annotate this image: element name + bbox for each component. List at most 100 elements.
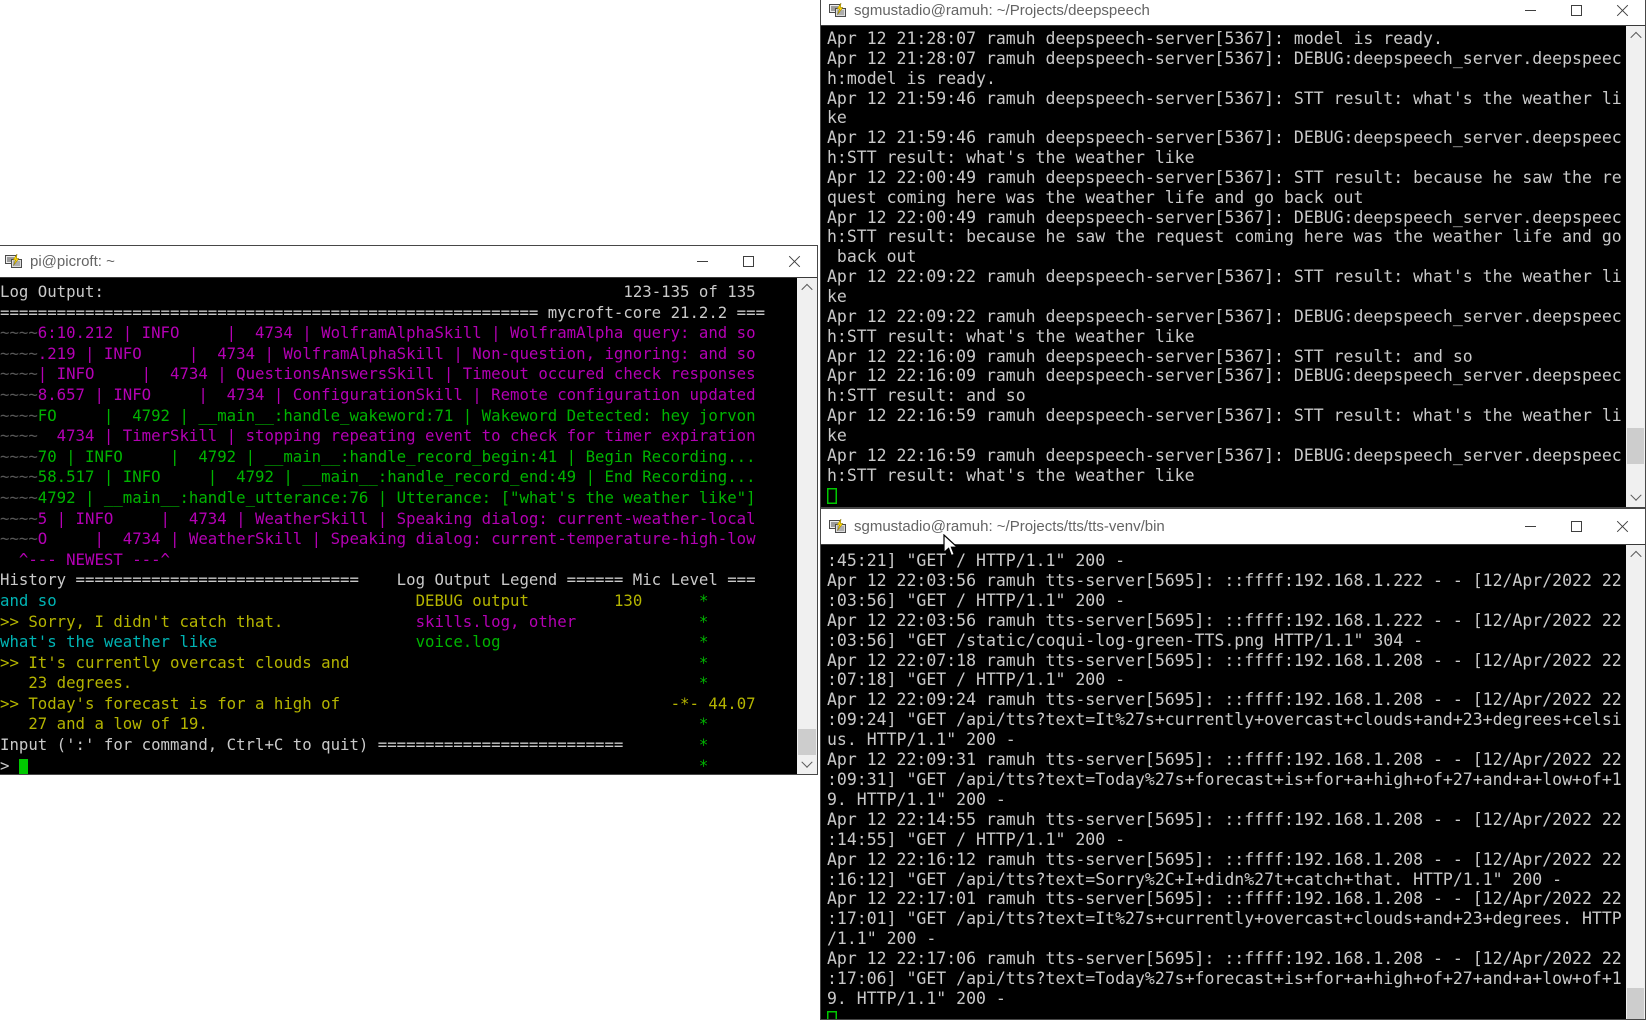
terminal-line: 9. HTTP/1.1" 200 - bbox=[827, 790, 1626, 810]
text-segment: :09:24] "GET /api/tts?text=It%27s+curren… bbox=[827, 710, 1622, 729]
terminal-line: /1.1" 200 - bbox=[827, 929, 1626, 949]
text-segment bbox=[529, 591, 614, 610]
text-segment: back out bbox=[827, 247, 916, 266]
text-segment: Apr 12 22:03:56 ramuh tts-server[5695]: … bbox=[827, 611, 1622, 630]
terminal-line: History ============================== L… bbox=[0, 570, 797, 591]
text-segment: ~~~~ bbox=[0, 406, 38, 425]
text-segment: ~~~~ bbox=[0, 447, 38, 466]
text-segment: Apr 12 21:59:46 ramuh deepspeech-server[… bbox=[827, 128, 1622, 147]
text-segment: 23 degrees. bbox=[0, 673, 132, 692]
terminal-line: ~~~~O | 4734 | WeatherSkill | Speaking d… bbox=[0, 529, 797, 550]
scrollbar-thumb[interactable] bbox=[1627, 428, 1644, 464]
titlebar-picroft[interactable]: pi@picroft: ~ bbox=[0, 246, 817, 278]
terminal-line: us. HTTP/1.1" 200 - bbox=[827, 730, 1626, 750]
text-segment: Apr 12 21:59:46 ramuh deepspeech-server[… bbox=[827, 89, 1622, 108]
text-segment: O | 4734 | WeatherSkill | Speaking dialo… bbox=[38, 529, 756, 548]
text-segment: Apr 12 22:16:59 ramuh deepspeech-server[… bbox=[827, 446, 1622, 465]
terminal-line: ~~~~70 | INFO | 4792 | __main__:handle_r… bbox=[0, 447, 797, 468]
text-segment bbox=[642, 591, 699, 610]
terminal-line: Apr 12 21:59:46 ramuh deepspeech-server[… bbox=[827, 128, 1626, 148]
text-segment: skills.log, other bbox=[416, 612, 577, 631]
terminal-line: Log Output: 123-135 of 135 bbox=[0, 282, 797, 303]
maximize-button[interactable] bbox=[1553, 0, 1599, 25]
scrollbar[interactable] bbox=[1626, 26, 1645, 507]
close-icon bbox=[788, 255, 801, 268]
terminal-line: Apr 12 22:16:09 ramuh deepspeech-server[… bbox=[827, 347, 1626, 367]
terminal-line: >> It's currently overcast clouds and * bbox=[0, 653, 797, 674]
scrollbar[interactable] bbox=[797, 278, 817, 774]
close-button[interactable] bbox=[1599, 0, 1645, 25]
terminal-line: ~~~~5 | INFO | 4734 | WeatherSkill | Spe… bbox=[0, 509, 797, 530]
chevron-down-icon bbox=[801, 756, 812, 767]
text-segment: Apr 12 22:17:01 ramuh tts-server[5695]: … bbox=[827, 889, 1622, 908]
text-segment: voice.log bbox=[416, 632, 501, 651]
text-segment: >> Sorry, I didn't catch that. bbox=[0, 612, 283, 631]
text-segment: 27 and a low of 19. bbox=[0, 714, 208, 733]
terminal-text: Apr 12 21:28:07 ramuh deepspeech-server[… bbox=[821, 26, 1626, 507]
terminal-line: Apr 12 22:03:56 ramuh tts-server[5695]: … bbox=[827, 571, 1626, 591]
terminal-cursor bbox=[19, 759, 28, 774]
text-segment: > bbox=[0, 756, 19, 774]
terminal-line: h:STT result: and so bbox=[827, 386, 1626, 406]
text-segment bbox=[132, 673, 699, 692]
terminal-line: :07:18] "GET / HTTP/1.1" 200 - bbox=[827, 670, 1626, 690]
scrollbar[interactable] bbox=[1626, 545, 1645, 1019]
text-segment: ke bbox=[827, 426, 847, 445]
text-segment bbox=[57, 591, 416, 610]
terminal-line: Apr 12 22:16:12 ramuh tts-server[5695]: … bbox=[827, 850, 1626, 870]
text-segment bbox=[576, 612, 699, 631]
terminal-line: :03:56] "GET / HTTP/1.1" 200 - bbox=[827, 591, 1626, 611]
terminal-line: Apr 12 22:16:59 ramuh deepspeech-server[… bbox=[827, 446, 1626, 466]
text-segment: :03:56] "GET /static/coqui-log-green-TTS… bbox=[827, 631, 1423, 650]
minimize-icon bbox=[1525, 10, 1536, 11]
text-segment: 58.517 | INFO | 4792 | __main__:handle_r… bbox=[38, 467, 756, 486]
terminal-line: Apr 12 22:17:06 ramuh tts-server[5695]: … bbox=[827, 949, 1626, 969]
text-segment: Apr 12 22:16:09 ramuh deepspeech-server[… bbox=[827, 347, 1473, 366]
text-segment: Apr 12 22:09:31 ramuh tts-server[5695]: … bbox=[827, 750, 1622, 769]
scrollbar-thumb[interactable] bbox=[798, 729, 816, 755]
scroll-up-button[interactable] bbox=[1626, 26, 1645, 45]
scroll-up-button[interactable] bbox=[797, 278, 817, 297]
text-segment: :17:06] "GET /api/tts?text=Today%27s+for… bbox=[827, 969, 1622, 988]
text-segment: h:STT result: what's the weather like bbox=[827, 327, 1195, 346]
terminal-line: 27 and a low of 19. * bbox=[0, 714, 797, 735]
maximize-button[interactable] bbox=[1553, 509, 1599, 544]
terminal-cursor bbox=[827, 488, 837, 505]
titlebar-deepspeech[interactable]: sgmustadio@ramuh: ~/Projects/deepspeech bbox=[821, 0, 1645, 26]
text-segment: .219 | INFO | 4734 | WolframAlphaSkill |… bbox=[38, 344, 756, 363]
scroll-down-button[interactable] bbox=[797, 755, 817, 774]
minimize-button[interactable] bbox=[679, 246, 725, 277]
text-segment: History ============================== L… bbox=[0, 570, 756, 589]
text-segment: 70 | INFO | 4792 | __main__:handle_recor… bbox=[38, 447, 756, 466]
text-segment: h:STT result: what's the weather like bbox=[827, 148, 1195, 167]
text-segment: -*- 44.07 bbox=[671, 694, 756, 713]
close-button[interactable] bbox=[771, 246, 817, 277]
close-button[interactable] bbox=[1599, 509, 1645, 544]
terminal-line bbox=[827, 485, 1626, 505]
scroll-up-button[interactable] bbox=[1626, 545, 1645, 564]
terminal-line: ke bbox=[827, 287, 1626, 307]
terminal-line: h:model is ready. bbox=[827, 69, 1626, 89]
terminal-line: >> Sorry, I didn't catch that. skills.lo… bbox=[0, 612, 797, 633]
minimize-button[interactable] bbox=[1507, 509, 1553, 544]
text-segment: ^--- NEWEST ---^ bbox=[0, 550, 170, 569]
text-segment: :09:31] "GET /api/tts?text=Today%27s+for… bbox=[827, 770, 1622, 789]
text-segment: >> It's currently overcast clouds and bbox=[0, 653, 349, 672]
text-segment: DEBUG output bbox=[416, 591, 529, 610]
text-segment: ke bbox=[827, 287, 847, 306]
scroll-down-button[interactable] bbox=[1626, 488, 1645, 507]
text-segment: * bbox=[699, 653, 708, 672]
scrollbar-thumb[interactable] bbox=[1627, 988, 1644, 1019]
maximize-button[interactable] bbox=[725, 246, 771, 277]
terminal-line: Apr 12 22:00:49 ramuh deepspeech-server[… bbox=[827, 208, 1626, 228]
window-picroft: pi@picroft: ~ Log Output: 123-135 of 135… bbox=[0, 245, 818, 775]
text-segment: ~~~~ bbox=[0, 323, 38, 342]
text-segment: Apr 12 22:17:06 ramuh tts-server[5695]: … bbox=[827, 949, 1622, 968]
terminal-line: Apr 12 22:09:24 ramuh tts-server[5695]: … bbox=[827, 690, 1626, 710]
text-segment bbox=[28, 756, 699, 774]
minimize-button[interactable] bbox=[1507, 0, 1553, 25]
terminal-line: ~~~~| INFO | 4734 | QuestionsAnswersSkil… bbox=[0, 364, 797, 385]
terminal-line: Apr 12 22:09:31 ramuh tts-server[5695]: … bbox=[827, 750, 1626, 770]
text-segment: 4734 | TimerSkill | stopping repeating e… bbox=[38, 426, 756, 445]
text-segment: ~~~~ bbox=[0, 426, 38, 445]
